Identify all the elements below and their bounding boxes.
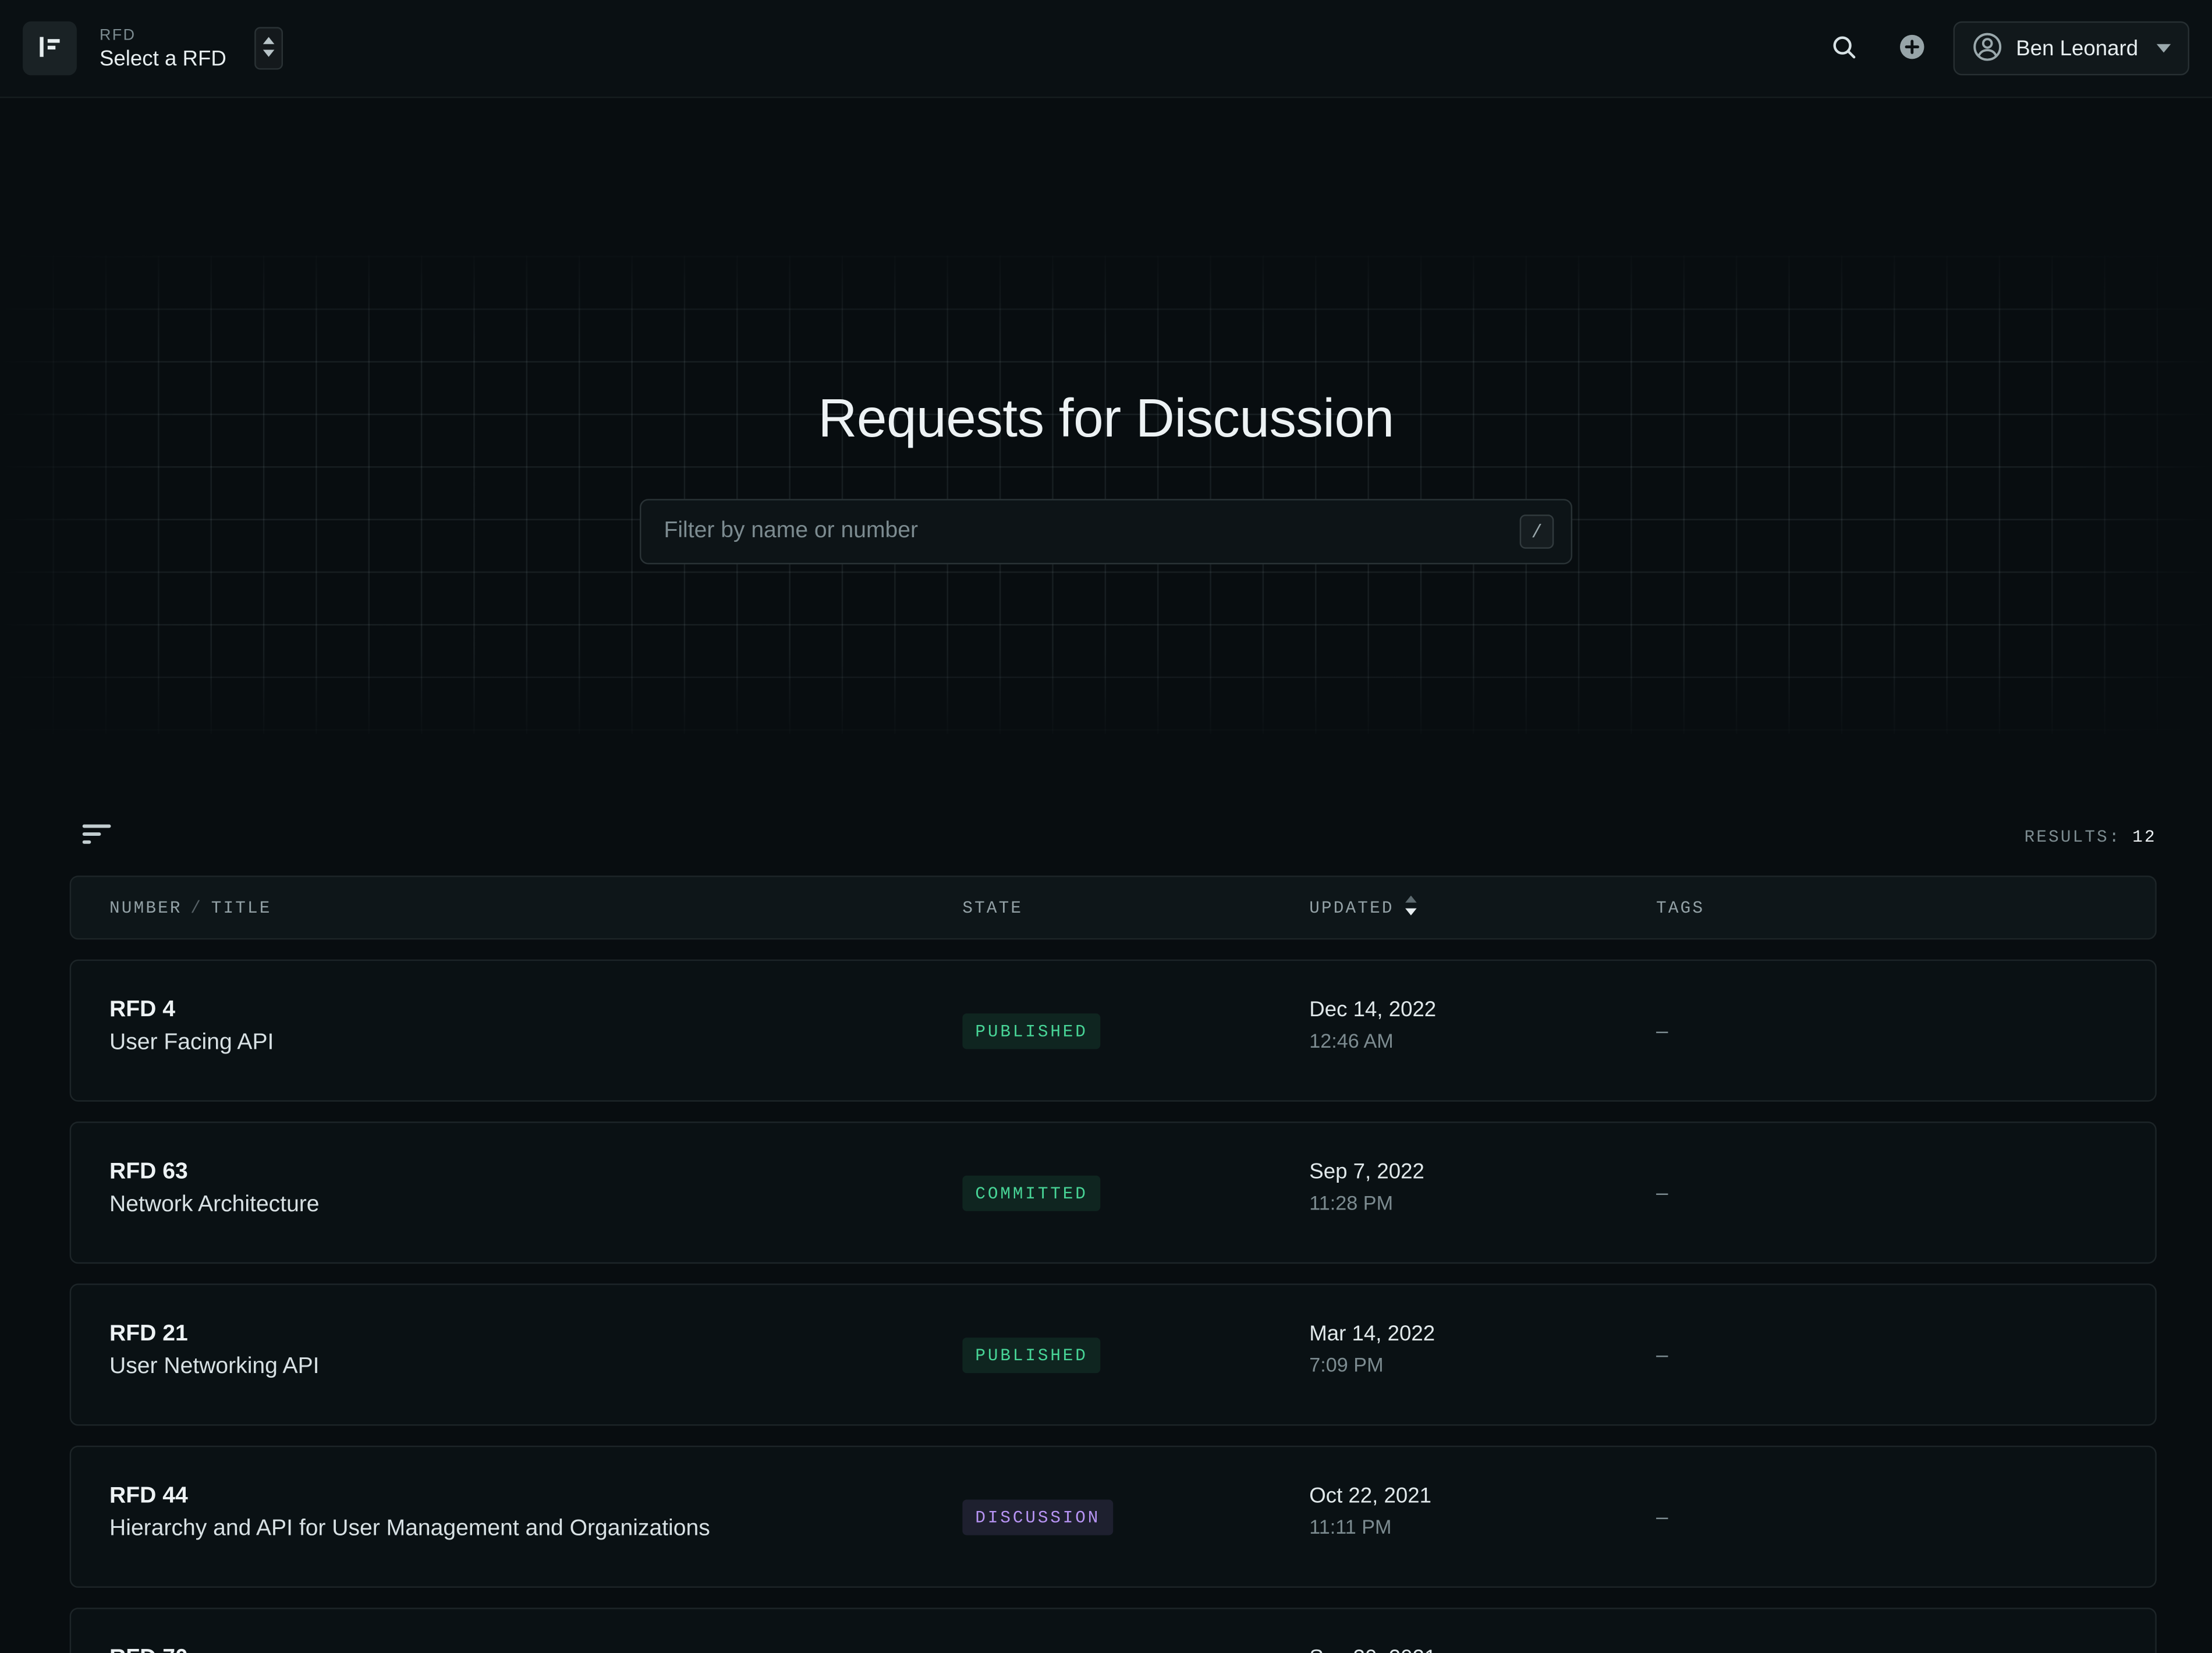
grid-background — [0, 256, 2212, 734]
table-row[interactable]: RFD 21 User Networking API PUBLISHED Mar… — [70, 1283, 2157, 1425]
rfd-number: RFD 21 — [109, 1322, 962, 1347]
top-bar-right: Ben Leonard — [1817, 22, 2189, 76]
filter-input-wrapper: / — [640, 499, 1572, 564]
row-tags: – — [1656, 1343, 2155, 1367]
up-down-arrows-icon — [262, 35, 276, 62]
state-badge: COMMITTED — [962, 1175, 1100, 1210]
filter-input[interactable] — [664, 519, 1520, 544]
updated-time: 7:09 PM — [1309, 1353, 1656, 1376]
updated-date: Sep 30, 2021 — [1309, 1646, 1656, 1653]
column-tags: TAGS — [1656, 898, 2155, 917]
plus-circle-icon — [1898, 32, 1927, 65]
rfd-logo-icon — [36, 32, 64, 65]
table-body: RFD 4 User Facing API PUBLISHED Dec 14, … — [70, 959, 2157, 1653]
row-number-title: RFD 44 Hierarchy and API for User Manage… — [109, 1447, 962, 1586]
rfd-title: Hierarchy and API for User Management an… — [109, 1517, 962, 1542]
state-badge: PUBLISHED — [962, 1013, 1100, 1048]
row-number-title: RFD 63 Network Architecture — [109, 1123, 962, 1262]
column-number-title: NUMBER/TITLE — [109, 898, 962, 917]
rfd-number: RFD 70 — [109, 1646, 962, 1653]
updated-time: 11:11 PM — [1309, 1515, 1656, 1538]
grid-background-fade — [0, 256, 2212, 734]
row-updated: Sep 30, 2021 — [1309, 1609, 1656, 1653]
new-rfd-button[interactable] — [1885, 22, 1940, 76]
row-tags: – — [1656, 1505, 2155, 1529]
state-badge: DISCUSSION — [962, 1499, 1113, 1534]
user-name: Ben Leonard — [2016, 36, 2138, 61]
updated-date: Oct 22, 2021 — [1309, 1484, 1656, 1509]
user-avatar-icon — [1972, 31, 2004, 66]
rfd-stepper-button[interactable] — [255, 27, 283, 69]
rfd-number: RFD 44 — [109, 1484, 962, 1510]
row-number-title: RFD 21 User Networking API — [109, 1285, 962, 1424]
table-row[interactable]: RFD 4 User Facing API PUBLISHED Dec 14, … — [70, 959, 2157, 1101]
column-separator: / — [182, 898, 211, 917]
row-number-title: RFD 70 — [109, 1609, 962, 1653]
row-updated: Sep 7, 2022 11:28 PM — [1309, 1123, 1656, 1262]
search-icon — [1831, 33, 1857, 63]
table-row[interactable]: RFD 70 Sep 30, 2021 — [70, 1608, 2157, 1653]
top-bar: RFD Select a RFD — [0, 0, 2212, 98]
rfd-title: User Facing API — [109, 1031, 962, 1056]
results-label: RESULTS: — [2025, 826, 2121, 846]
rfd-logo-button[interactable] — [23, 22, 77, 76]
table-row[interactable]: RFD 63 Network Architecture COMMITTED Se… — [70, 1122, 2157, 1264]
row-updated: Mar 14, 2022 7:09 PM — [1309, 1285, 1656, 1424]
results-count: RESULTS: 12 — [2025, 826, 2157, 846]
row-state: DISCUSSION — [962, 1499, 1309, 1534]
chevron-down-icon — [2157, 44, 2171, 53]
search-button[interactable] — [1817, 22, 1871, 76]
rfd-number: RFD 4 — [109, 998, 962, 1023]
row-state: COMMITTED — [962, 1175, 1309, 1210]
updated-date: Dec 14, 2022 — [1309, 998, 1656, 1022]
sort-icon — [1404, 895, 1417, 920]
rfd-selector-label: RFD — [100, 26, 226, 43]
rfd-title: Network Architecture — [109, 1193, 962, 1218]
row-tags: – — [1656, 1019, 2155, 1043]
filter-toggle-button[interactable] — [73, 813, 121, 861]
updated-date: Mar 14, 2022 — [1309, 1322, 1656, 1346]
rfd-selector-value: Select a RFD — [100, 46, 226, 70]
rfd-number: RFD 63 — [109, 1160, 962, 1186]
row-state: PUBLISHED — [962, 1013, 1309, 1048]
state-badge: PUBLISHED — [962, 1337, 1100, 1372]
column-state: STATE — [962, 898, 1309, 917]
slash-shortcut-key: / — [1520, 515, 1554, 549]
table-header: NUMBER/TITLE STATE UPDATED TAGS — [70, 875, 2157, 939]
row-updated: Oct 22, 2021 11:11 PM — [1309, 1447, 1656, 1586]
table-row[interactable]: RFD 44 Hierarchy and API for User Manage… — [70, 1446, 2157, 1588]
rfd-selector[interactable]: RFD Select a RFD — [100, 26, 226, 70]
results-value: 12 — [2132, 826, 2157, 846]
user-menu-button[interactable]: Ben Leonard — [1954, 22, 2189, 76]
top-bar-left: RFD Select a RFD — [23, 22, 283, 76]
results-bar: RESULTS: 12 — [70, 797, 2157, 875]
row-updated: Dec 14, 2022 12:46 AM — [1309, 961, 1656, 1100]
app: RFD Select a RFD — [0, 0, 2212, 1653]
rfd-list: RESULTS: 12 NUMBER/TITLE STATE UPDATED T… — [70, 797, 2157, 1653]
updated-date: Sep 7, 2022 — [1309, 1160, 1656, 1184]
rfd-title: User Networking API — [109, 1354, 962, 1380]
row-tags: – — [1656, 1180, 2155, 1205]
updated-time: 12:46 AM — [1309, 1029, 1656, 1052]
updated-time: 11:28 PM — [1309, 1191, 1656, 1214]
row-number-title: RFD 4 User Facing API — [109, 961, 962, 1100]
page-title: Requests for Discussion — [0, 389, 2212, 451]
filter-icon — [83, 824, 111, 849]
hero-section: Requests for Discussion / — [0, 98, 2212, 798]
column-updated[interactable]: UPDATED — [1309, 895, 1656, 920]
row-state: PUBLISHED — [962, 1337, 1309, 1372]
